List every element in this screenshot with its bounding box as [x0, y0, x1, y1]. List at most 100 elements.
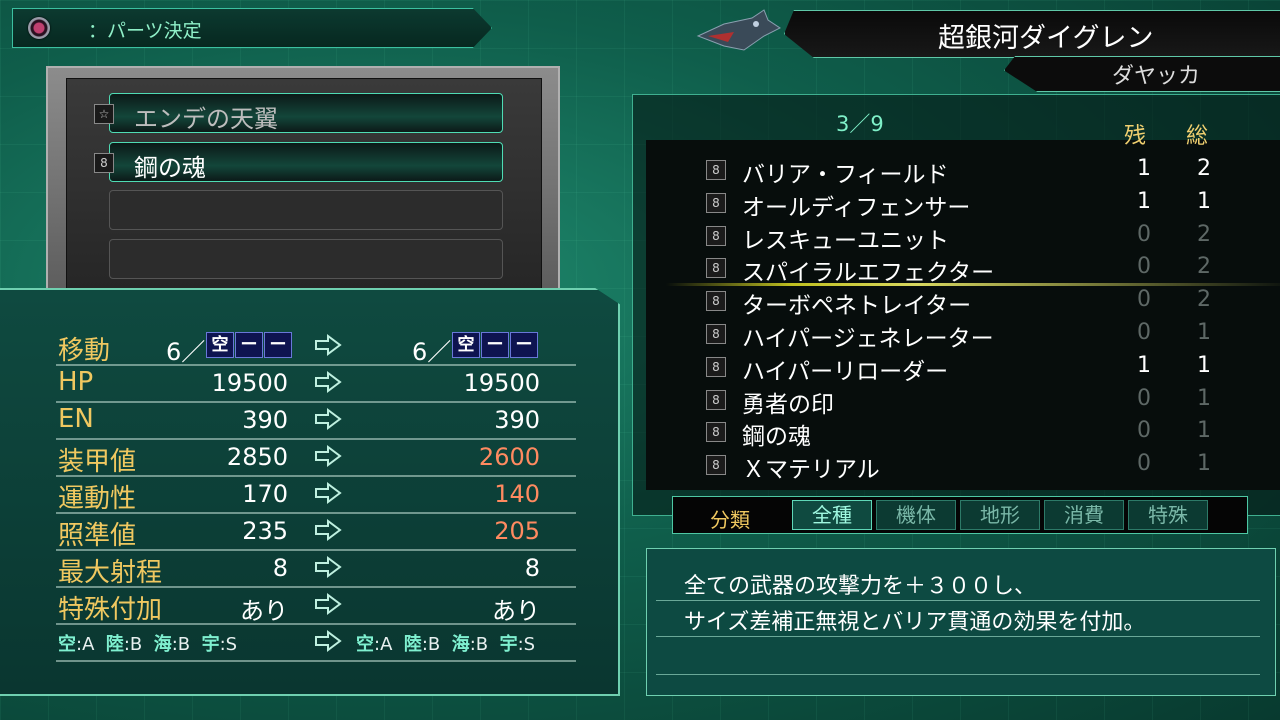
arrow-right-icon: [315, 334, 342, 356]
stat-label: 照準値: [58, 521, 137, 551]
part-name: 鋼の魂: [742, 424, 811, 451]
stat-row: 照準値 235 205: [56, 513, 576, 551]
lock-icon: 8: [94, 153, 114, 173]
stat-row: 特殊付加 あり あり: [56, 587, 576, 625]
column-remaining: 残: [1124, 124, 1147, 149]
move-tag: 空: [452, 332, 480, 358]
parts-list-item[interactable]: 8 ターボペネトレイター 0 2: [706, 285, 1236, 319]
equipped-slot-2[interactable]: 8 鋼の魂: [94, 142, 503, 182]
part-remaining: 0: [1137, 320, 1151, 345]
lock-icon: 8: [706, 389, 726, 410]
slot-label: 鋼の魂: [134, 154, 206, 182]
equipped-slot-1[interactable]: ☆ エンデの天翼: [94, 93, 503, 133]
arrow-right-icon: [315, 482, 342, 504]
arrow-right-icon: [315, 408, 342, 430]
unit-ship-icon: [696, 9, 781, 51]
part-total: 2: [1197, 254, 1211, 280]
tab-consumable[interactable]: 消費: [1044, 500, 1124, 530]
parts-list-item[interactable]: 8 レスキューユニット 0 2: [706, 220, 1236, 254]
equipped-slot-3[interactable]: [109, 190, 503, 230]
part-remaining: 0: [1137, 418, 1151, 444]
part-name: レスキューユニット: [742, 227, 949, 254]
part-total: 1: [1197, 188, 1211, 214]
equipped-parts-inner: ☆ エンデの天翼 8 鋼の魂: [66, 78, 542, 302]
arrow-right-icon: [315, 556, 342, 578]
lock-icon: 8: [706, 258, 726, 279]
parts-list-item[interactable]: 8 Ｘマテリアル 0 1: [706, 449, 1236, 483]
stat-label: 装甲値: [58, 447, 137, 477]
part-remaining: 0: [1137, 287, 1151, 313]
parts-list-item[interactable]: 8 鋼の魂 0 1: [706, 416, 1236, 451]
filter-label: 分類: [710, 508, 750, 532]
page-indicator: 3／9: [836, 112, 884, 136]
stat-label: 最大射程: [58, 558, 163, 588]
part-total: 1: [1197, 418, 1211, 444]
stat-before-value: 235: [242, 517, 288, 545]
stat-label: 特殊付加: [58, 595, 163, 625]
part-total: 2: [1197, 221, 1211, 247]
stat-before-value: 19500: [211, 369, 288, 397]
part-remaining: 0: [1137, 254, 1151, 280]
description-text: 全ての武器の攻撃力を＋３００し、: [684, 574, 1037, 599]
terrain-after: 空:A 陸:B 海:B 宇:S: [356, 634, 536, 655]
equipped-slot-4[interactable]: [109, 239, 503, 279]
equipped-parts-panel: ☆ エンデの天翼 8 鋼の魂: [46, 66, 560, 308]
stat-row-terrain: 空:A 陸:B 海:B 宇:S 空:A 陸:B 海:B 宇:S: [56, 624, 576, 662]
tab-special[interactable]: 特殊: [1128, 500, 1208, 530]
part-total: 2: [1197, 156, 1211, 181]
stat-row-move: 移動 6／ 空ーー 6／ 空ーー: [56, 328, 576, 366]
arrow-right-icon: [315, 593, 342, 615]
lock-icon: 8: [706, 422, 726, 443]
stat-label: HP: [58, 367, 94, 397]
part-name: ハイパーリローダー: [742, 358, 949, 385]
stat-row: 装甲値 2850 2600: [56, 439, 576, 477]
part-total: 1: [1197, 352, 1211, 378]
stat-after-value: 8: [524, 554, 540, 582]
parts-list-item[interactable]: 8 オールディフェンサー 1 1: [706, 187, 1236, 221]
stat-after-value: 205: [494, 517, 540, 545]
circle-button-icon[interactable]: [28, 17, 50, 39]
description-line-3: [656, 640, 1260, 675]
stat-after-value: 140: [494, 480, 540, 508]
slot-label: エンデの天翼: [134, 105, 278, 133]
part-total: 1: [1197, 385, 1211, 411]
part-name: ハイパージェネレーター: [742, 326, 994, 352]
lock-icon: 8: [706, 455, 726, 476]
lock-icon: 8: [706, 160, 726, 180]
lock-icon: 8: [706, 225, 726, 246]
tab-all[interactable]: 全種: [792, 500, 872, 530]
column-total: 総: [1186, 124, 1209, 149]
part-name: バリア・フィールド: [742, 162, 949, 188]
stat-row: 運動性 170 140: [56, 476, 576, 514]
part-total: 1: [1197, 320, 1211, 345]
confirm-label: ：パーツ決定: [88, 20, 202, 42]
part-total: 1: [1197, 451, 1211, 477]
move-before-value: 6／: [166, 338, 206, 366]
tab-terrain[interactable]: 地形: [960, 500, 1040, 530]
move-tag: 空: [206, 332, 234, 358]
description-line-2: サイズ差補正無視とバリア貫通の効果を付加。: [656, 602, 1260, 637]
arrow-right-icon: [315, 630, 342, 652]
move-terrain-after: 空ーー: [452, 332, 538, 358]
stat-before-value: 390: [242, 406, 288, 434]
part-remaining: 0: [1137, 451, 1151, 477]
part-remaining: 1: [1137, 156, 1151, 181]
lock-icon: 8: [706, 192, 726, 213]
parts-list-item[interactable]: 8 ハイパージェネレーター 0 1: [706, 318, 1236, 352]
move-tag: ー: [264, 332, 292, 358]
part-name: スパイラルエフェクター: [742, 260, 995, 287]
parts-list-item[interactable]: 8 バリア・フィールド 1 2: [706, 154, 1236, 188]
stat-after-value: 390: [494, 406, 540, 434]
description-text: サイズ差補正無視とバリア貫通の効果を付加。: [684, 610, 1146, 635]
stat-before-value: 2850: [226, 443, 288, 471]
part-remaining: 1: [1137, 352, 1151, 378]
stat-label: 移動: [58, 336, 111, 366]
stat-label: 運動性: [58, 484, 137, 514]
stat-after-value: あり: [492, 597, 540, 625]
move-tag: ー: [510, 332, 538, 358]
parts-list-item[interactable]: 8 ハイパーリローダー 1 1: [706, 351, 1236, 385]
tab-unit[interactable]: 機体: [876, 500, 956, 530]
lock-icon: 8: [706, 291, 726, 312]
parts-list-item[interactable]: 8 勇者の印 0 1: [706, 384, 1236, 418]
parts-list-item[interactable]: 8 スパイラルエフェクター 0 2: [666, 252, 1280, 287]
